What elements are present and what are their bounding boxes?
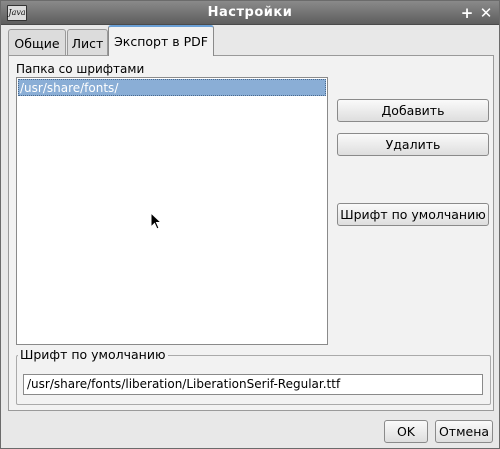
ok-button[interactable]: OK xyxy=(384,420,428,443)
close-icon[interactable]: ✕ xyxy=(478,3,494,23)
pin-icon[interactable]: + xyxy=(459,3,475,23)
add-folder-button[interactable]: Добавить xyxy=(337,99,489,122)
remove-folder-button[interactable]: Удалить xyxy=(337,133,489,156)
tab-general[interactable]: Общие xyxy=(8,29,66,56)
tab-export-pdf[interactable]: Экспорт в PDF xyxy=(108,25,214,56)
settings-dialog: Java Настройки + ✕ Общие Лист Экспорт в … xyxy=(0,0,500,449)
default-font-path-field[interactable]: /usr/share/fonts/liberation/LiberationSe… xyxy=(23,374,483,395)
cancel-button[interactable]: Отмена xyxy=(435,420,493,443)
title-bar[interactable]: Java Настройки + ✕ xyxy=(1,1,499,25)
fonts-folder-list[interactable]: /usr/share/fonts/ xyxy=(16,77,328,345)
list-item[interactable]: /usr/share/fonts/ xyxy=(18,79,326,96)
default-font-group-title: Шрифт по умолчанию xyxy=(18,347,168,362)
mouse-pointer-icon xyxy=(150,212,163,230)
tab-sheet[interactable]: Лист xyxy=(67,29,108,56)
set-default-font-button[interactable]: Шрифт по умолчанию xyxy=(337,203,489,226)
fonts-folder-label: Папка со шрифтами xyxy=(16,62,145,76)
window-title: Настройки xyxy=(207,5,293,20)
